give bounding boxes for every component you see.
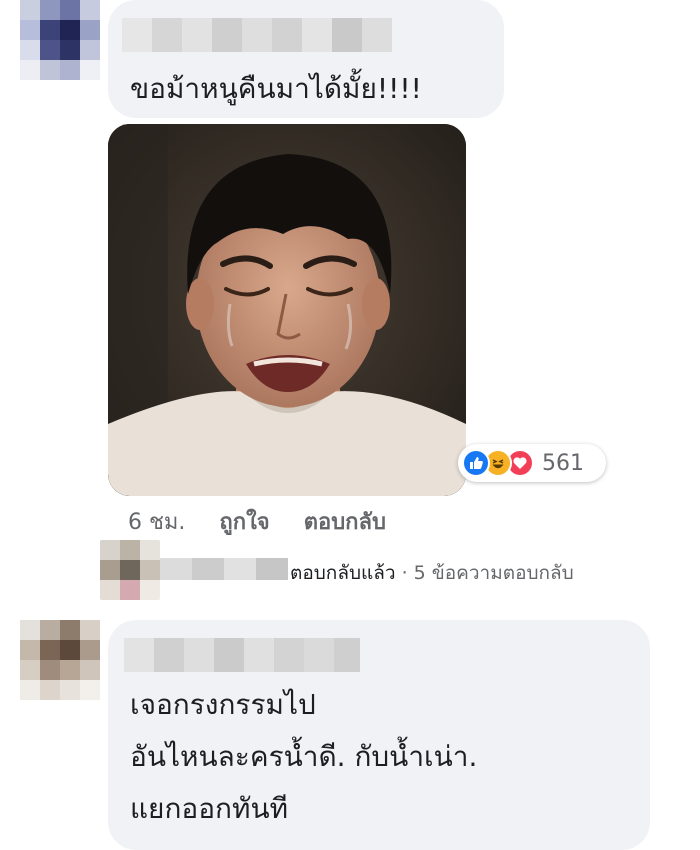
comment-photo[interactable] bbox=[108, 124, 466, 496]
commenter-name-blurred[interactable] bbox=[124, 638, 360, 672]
comment-text-line: เจอกรงกรรมไป bbox=[130, 688, 316, 721]
reply-author-name-blurred[interactable] bbox=[160, 558, 288, 580]
comment-text-line: อันไหนละครน้ำดี. กับน้ำเน่า. bbox=[130, 740, 478, 773]
reply-count-label: 5 ข้อความตอบกลับ bbox=[413, 562, 574, 584]
reaction-count: 561 bbox=[542, 450, 584, 476]
comment-meta: 6 ชม. ถูกใจ ตอบกลับ bbox=[128, 504, 386, 539]
view-replies-link[interactable]: ตอบกลับแล้ว · 5 ข้อความตอบกลับ bbox=[290, 558, 574, 588]
reply-author-avatar[interactable] bbox=[100, 540, 160, 600]
comment-text: ขอม้าหนูคืนมาได้มั้ย!!!! bbox=[130, 72, 422, 105]
crying-person-photo bbox=[108, 124, 466, 496]
separator-dot: · bbox=[401, 562, 408, 584]
like-icon bbox=[462, 449, 490, 477]
like-button[interactable]: ถูกใจ bbox=[219, 504, 269, 539]
commenter-name-blurred[interactable] bbox=[122, 18, 392, 52]
replied-label: ตอบกลับแล้ว bbox=[290, 562, 396, 584]
reply-button[interactable]: ตอบกลับ bbox=[304, 504, 386, 539]
reactions-summary[interactable]: 561 bbox=[458, 444, 606, 482]
comment-text-line: แยกออกทันที bbox=[130, 792, 289, 825]
commenter-avatar[interactable] bbox=[20, 620, 100, 700]
comment-time[interactable]: 6 ชม. bbox=[128, 504, 185, 539]
commenter-avatar[interactable] bbox=[20, 0, 100, 80]
